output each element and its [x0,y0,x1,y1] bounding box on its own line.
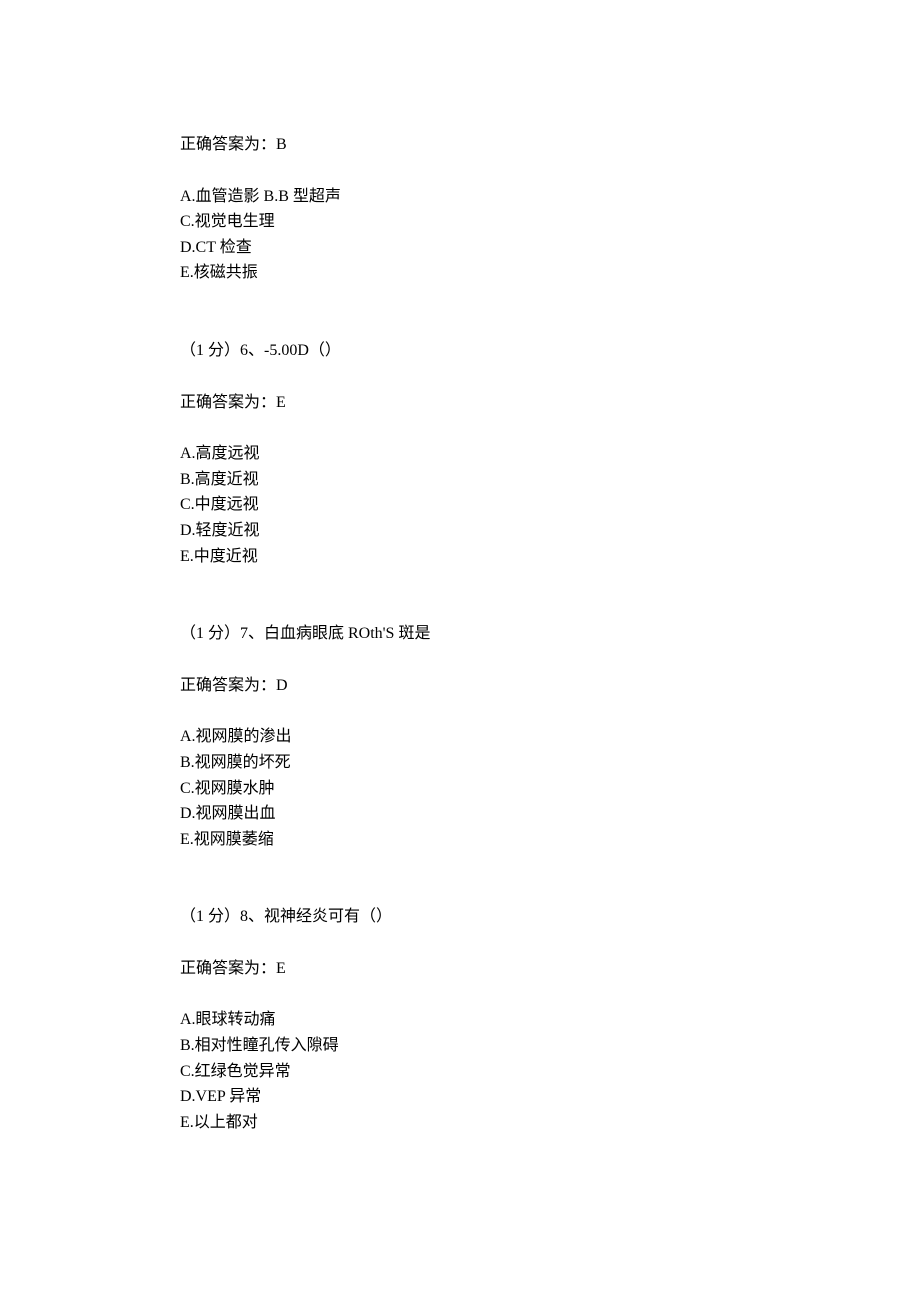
option-c: C.红绿色觉异常 [180,1059,740,1085]
option-d: D.视网膜出血 [180,801,740,827]
option-a: A.视网膜的渗出 [180,724,740,750]
option-d: D.CT 检查 [180,235,740,261]
option-b: B.视网膜的坏死 [180,750,740,776]
option-e: E.视网膜萎缩 [180,827,740,853]
question-prompt: （1 分）6、-5.00D（） [180,338,740,364]
answer-line: 正确答案为：E [180,956,740,982]
option-c: C.视网膜水肿 [180,776,740,802]
option-d: D.VEP 异常 [180,1084,740,1110]
content-column: 正确答案为：B A.血管造影 B.B 型超声 C.视觉电生理 D.CT 检查 E… [180,132,740,1135]
answer-line: 正确答案为：D [180,673,740,699]
question-prompt: （1 分）8、视神经炎可有（） [180,904,740,930]
option-e: E.中度近视 [180,544,740,570]
option-a: A.高度远视 [180,441,740,467]
option-c: C.中度远视 [180,492,740,518]
option-e: E.核磁共振 [180,260,740,286]
answer-line: 正确答案为：B [180,132,740,158]
question-prompt: （1 分）7、白血病眼底 ROth'S 斑是 [180,621,740,647]
answer-line: 正确答案为：E [180,390,740,416]
option-d: D.轻度近视 [180,518,740,544]
option-e: E.以上都对 [180,1110,740,1136]
option-b: B.高度近视 [180,467,740,493]
option-b: B.相对性瞳孔传入隙碍 [180,1033,740,1059]
option-c: C.视觉电生理 [180,209,740,235]
option-a: A.眼球转动痛 [180,1007,740,1033]
page: 正确答案为：B A.血管造影 B.B 型超声 C.视觉电生理 D.CT 检查 E… [0,0,920,1301]
option-a-b: A.血管造影 B.B 型超声 [180,184,740,210]
